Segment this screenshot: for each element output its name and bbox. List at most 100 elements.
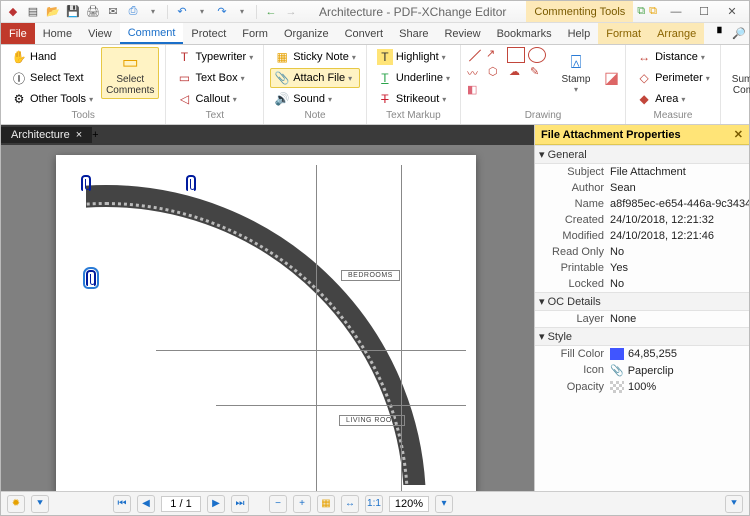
select-comments-tool[interactable]: ▭ Select Comments <box>101 47 159 99</box>
new-icon[interactable]: ▤ <box>25 4 41 20</box>
tab-bookmarks[interactable]: Bookmarks <box>489 23 560 44</box>
line-shape[interactable] <box>469 49 481 61</box>
textbox-tool[interactable]: ▭Text Box <box>172 68 257 88</box>
v-subject[interactable]: File Attachment <box>610 166 749 178</box>
tab-share[interactable]: Share <box>391 23 436 44</box>
tab-protect[interactable]: Protect <box>183 23 234 44</box>
sound-tool[interactable]: 🔊Sound <box>270 89 360 109</box>
tab-arrange[interactable]: Arrange <box>649 23 704 44</box>
attachment-annot-selected[interactable] <box>86 270 96 286</box>
section-style[interactable]: ▾ Style <box>535 327 749 346</box>
cloud-shape[interactable]: ☁ <box>509 65 527 81</box>
print-icon[interactable]: 🖨 <box>85 4 101 20</box>
tab-home[interactable]: Home <box>35 23 80 44</box>
page-input[interactable] <box>161 496 201 512</box>
v-opacity[interactable]: 100% <box>610 381 749 393</box>
arrow-shape[interactable]: ↗ <box>486 47 504 63</box>
summarize-comments[interactable]: ▤ Summarize Comments <box>727 47 750 99</box>
undo-more[interactable] <box>194 4 210 20</box>
maximize-button[interactable]: ☐ <box>691 3 717 21</box>
zoom-input[interactable] <box>389 496 429 512</box>
tab-form[interactable]: Form <box>234 23 276 44</box>
close-button[interactable]: ✕ <box>719 3 745 21</box>
v-printable[interactable]: Yes <box>610 262 749 274</box>
scan-icon[interactable]: ⎙ <box>125 4 141 20</box>
qat-more[interactable] <box>145 4 161 20</box>
hand-tool[interactable]: ✋Hand <box>7 47 97 67</box>
v-icon[interactable]: 📎Paperclip <box>610 364 749 377</box>
polygon-shape[interactable]: ⬡ <box>488 65 506 81</box>
v-locked[interactable]: No <box>610 278 749 290</box>
zoom-out-icon[interactable]: − <box>269 495 287 513</box>
actual-size-icon[interactable]: 1:1 <box>365 495 383 513</box>
prev-page-icon[interactable]: ◀ <box>137 495 155 513</box>
v-layer[interactable]: None <box>610 313 749 325</box>
doc-tab-close-icon[interactable]: × <box>76 129 82 141</box>
v-name[interactable]: a8f985ec-e654-446a-9c3434b32a... <box>610 198 749 210</box>
section-general-label: General <box>548 149 587 161</box>
section-oc[interactable]: ▾ OC Details <box>535 292 749 311</box>
zoom-in-icon[interactable]: + <box>293 495 311 513</box>
last-page-icon[interactable]: ⏭ <box>231 495 249 513</box>
tab-comment[interactable]: Comment <box>120 23 184 44</box>
fit-width-icon[interactable]: ↔ <box>341 495 359 513</box>
oval-shape[interactable] <box>528 47 546 63</box>
undo-icon[interactable]: ↶ <box>174 4 190 20</box>
rect-shape[interactable] <box>507 47 525 63</box>
zoom-dropdown[interactable]: ▾ <box>435 495 453 513</box>
select-text-tool[interactable]: ⒾSelect Text <box>7 68 97 88</box>
strikeout-tool[interactable]: TStrikeout <box>373 89 454 109</box>
nav-fwd-icon[interactable]: → <box>283 4 299 20</box>
redo-more[interactable] <box>234 4 250 20</box>
nav-back-icon[interactable]: ← <box>263 4 279 20</box>
minimize-button[interactable]: — <box>663 3 689 21</box>
tab-view[interactable]: View <box>80 23 120 44</box>
distance-tool[interactable]: ↔Distance <box>632 47 714 67</box>
tab-file[interactable]: File <box>1 23 35 44</box>
underline-tool[interactable]: TUnderline <box>373 68 454 88</box>
new-tab-button[interactable]: + <box>92 129 98 141</box>
save-icon[interactable]: 💾 <box>65 4 81 20</box>
options-icon[interactable]: ✹ <box>7 495 25 513</box>
quick-launch-icon[interactable]: ▝ <box>710 27 724 41</box>
properties-close-icon[interactable]: ✕ <box>734 128 743 141</box>
sticky-note-tool[interactable]: ▦Sticky Note <box>270 47 360 67</box>
ui-options-icon[interactable]: ⧉ <box>637 5 645 18</box>
v-author[interactable]: Sean <box>610 182 749 194</box>
v-readonly[interactable]: No <box>610 246 749 258</box>
attach-file-tool[interactable]: 📎Attach File <box>270 68 360 88</box>
eraser-tool[interactable]: ◪ <box>604 68 619 88</box>
tab-review[interactable]: Review <box>436 23 488 44</box>
typewriter-tool[interactable]: TTypewriter <box>172 47 257 67</box>
attachment-annot-2[interactable] <box>186 175 196 191</box>
callout-tool[interactable]: ◁Callout <box>172 89 257 109</box>
v-fill[interactable]: 64,85,255 <box>610 348 749 360</box>
area-tool[interactable]: ◆Area <box>632 89 714 109</box>
attachment-annot-1[interactable] <box>81 175 91 191</box>
highlight-tool[interactable]: THighlight <box>373 47 454 67</box>
canvas[interactable]: BEDROOMS LIVING ROOM <box>1 145 534 491</box>
open-icon[interactable]: 📂 <box>45 4 61 20</box>
mail-icon[interactable]: ✉ <box>105 4 121 20</box>
other-tools[interactable]: ⚙Other Tools <box>7 89 97 109</box>
fit-page-icon[interactable]: ▦ <box>317 495 335 513</box>
launch-icon[interactable]: ⧉ <box>649 5 657 18</box>
redo-icon[interactable]: ↷ <box>214 4 230 20</box>
section-general[interactable]: ▾ General <box>535 145 749 164</box>
next-page-icon[interactable]: ▶ <box>207 495 225 513</box>
tab-help[interactable]: Help <box>560 23 599 44</box>
tab-organize[interactable]: Organize <box>276 23 337 44</box>
collapse-props-icon[interactable]: ⯆ <box>725 495 743 513</box>
polyline-shape[interactable]: 〰 <box>467 65 485 81</box>
eraser-icon[interactable]: ◧ <box>467 83 477 96</box>
panels-icon[interactable]: ⯆ <box>31 495 49 513</box>
stamp-tool[interactable]: ⍓ Stamp <box>552 47 600 97</box>
properties-header[interactable]: File Attachment Properties ✕ <box>535 125 749 145</box>
perimeter-tool[interactable]: ◇Perimeter <box>632 68 714 88</box>
find-button[interactable]: 🔎Find... <box>728 26 750 42</box>
document-tab[interactable]: Architecture × <box>1 127 92 143</box>
tab-convert[interactable]: Convert <box>337 23 392 44</box>
pencil-shape[interactable]: ✎ <box>530 65 548 81</box>
first-page-icon[interactable]: ⏮ <box>113 495 131 513</box>
tab-format[interactable]: Format <box>598 23 649 44</box>
